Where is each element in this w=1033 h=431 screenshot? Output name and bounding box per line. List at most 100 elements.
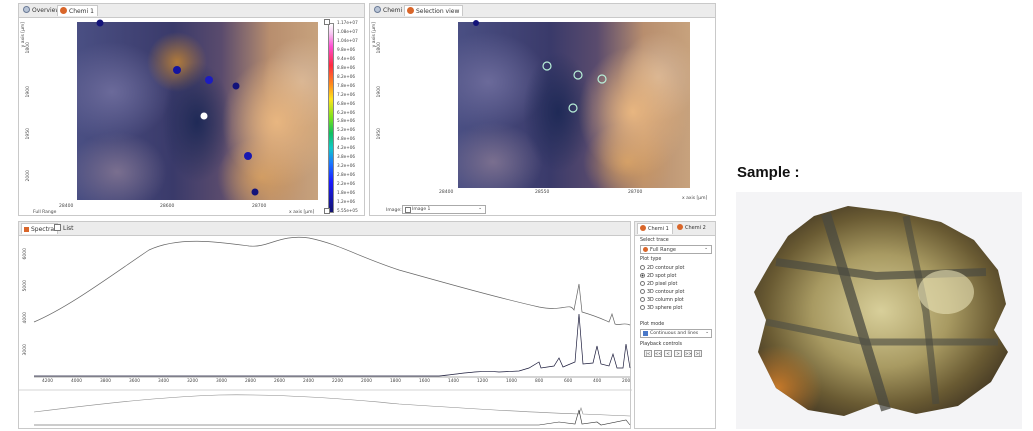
plot-type-label-1: 2D spot plot — [647, 274, 677, 279]
colorbar-label: 9.4e+06 — [337, 55, 356, 61]
image-select-value: Image 1 — [412, 207, 431, 212]
radio-3d-sphere[interactable] — [640, 305, 645, 310]
radio-2d-pixel[interactable] — [640, 281, 645, 286]
spot-7[interactable] — [251, 188, 259, 196]
x-tick-28400: 28400 — [59, 204, 74, 209]
colorbar-handle-bottom[interactable] — [324, 208, 330, 214]
select-trace-label: Select trace — [640, 238, 669, 243]
spectra-x-tick: 200 — [622, 379, 631, 384]
colorbar-label: 3.2e+06 — [337, 163, 356, 169]
image-icon — [405, 207, 411, 213]
fast-forward-button[interactable]: >> — [684, 350, 692, 357]
colorbar-label: 5.55e+05 — [337, 208, 358, 213]
colorbar-label: 1.08e+07 — [337, 28, 358, 34]
spot-6[interactable] — [244, 152, 252, 160]
plot-mode-dropdown[interactable]: Continuous and lines ⌄ — [640, 329, 712, 338]
selection-spot-1[interactable] — [473, 20, 479, 26]
spectra-x-tick: 1200 — [477, 379, 488, 384]
colorbar-label: 5.8e+06 — [337, 118, 356, 124]
rock-illustration — [754, 206, 1008, 416]
spectra-x-ticks: 4200 4000 3800 3600 3400 3200 3000 2800 2600 2400… — [34, 379, 630, 387]
plot-type-3d-contour[interactable]: 3D contour plot — [640, 289, 684, 295]
playback-controls: |< << < > >> >| — [644, 350, 710, 357]
colorbar-label: 7.8e+06 — [337, 82, 356, 88]
x-tick-28700: 28700 — [628, 190, 643, 195]
colorbar-label: 1.8e+06 — [337, 190, 356, 196]
tab-control-chemi-1[interactable]: Chemi 1 — [637, 223, 673, 234]
chemi1-map-panel: Overview Chemi 1 y axis [µm] 1800 1900 1… — [18, 3, 365, 216]
colorbar-label: 2.2e+06 — [337, 181, 356, 187]
chevron-down-icon: ⌄ — [478, 206, 482, 211]
tab-control-chemi-2-label: Chemi 2 — [685, 225, 706, 231]
radio-3d-column[interactable] — [640, 297, 645, 302]
spectra-x-tick: 1800 — [390, 379, 401, 384]
select-trace-value: Full Range — [650, 247, 676, 253]
radio-3d-contour[interactable] — [640, 289, 645, 294]
last-frame-button[interactable]: >| — [694, 350, 702, 357]
selection-view-panel: Chemi 2 Selection view y axis [µm] 1800 … — [369, 3, 716, 216]
radio-2d-spot[interactable] — [640, 273, 645, 278]
colorbar-label: 8.8e+06 — [337, 64, 356, 70]
rock-highlight — [918, 270, 974, 314]
chemi-icon — [640, 225, 646, 231]
image-select[interactable]: Image 1 ⌄ — [402, 205, 486, 214]
spectrum-trace-2 — [34, 313, 631, 377]
x-tick-28400: 28400 — [439, 190, 454, 195]
selection-spot-2[interactable] — [542, 61, 552, 71]
first-frame-button[interactable]: |< — [644, 350, 652, 357]
selection-spot-5[interactable] — [568, 103, 578, 113]
spot-4[interactable] — [232, 82, 240, 90]
spectra-panel: Spectra List 6000 5000 4000 3000 4200 400… — [18, 221, 632, 430]
step-forward-button[interactable]: > — [674, 350, 682, 357]
chevron-down-icon: ⌄ — [704, 246, 708, 251]
radio-2d-contour[interactable] — [640, 265, 645, 270]
spectra-x-tick: 400 — [593, 379, 602, 384]
step-back-button[interactable]: < — [664, 350, 672, 357]
plot-type-label-0: 2D contour plot — [647, 266, 685, 271]
x-tick-28700: 28700 — [252, 204, 267, 209]
plot-type-label-4: 3D column plot — [647, 298, 684, 303]
spectra-x-tick: 2600 — [274, 379, 285, 384]
spot-3[interactable] — [205, 76, 213, 84]
spot-overlay — [96, 19, 259, 196]
plot-type-2d-spot[interactable]: 2D spot plot — [640, 273, 676, 279]
colorbar-handle-top[interactable] — [324, 19, 330, 25]
selection-spot-4[interactable] — [597, 74, 607, 84]
plot-mode-value: Continuous and lines — [650, 331, 699, 336]
tab-control-chemi-1-label: Chemi 1 — [648, 226, 669, 232]
plot-type-label-2: 2D pixel plot — [647, 282, 678, 287]
spectra-x-tick: 3600 — [129, 379, 140, 384]
plot-type-2d-contour[interactable]: 2D contour plot — [640, 265, 684, 271]
spot-1[interactable] — [96, 19, 104, 27]
control-tab-bar: Chemi 1 Chemi 2 — [635, 222, 715, 236]
image-label: Image: — [386, 208, 402, 213]
playback-label: Playback controls — [640, 342, 683, 347]
spectra-x-tick: 1000 — [506, 379, 517, 384]
selection-spot-3[interactable] — [573, 70, 583, 80]
spot-2[interactable] — [173, 66, 181, 74]
spectra-x-tick: 1600 — [419, 379, 430, 384]
colorbar-label: 1.17e+07 — [337, 20, 358, 25]
plot-type-2d-pixel[interactable]: 2D pixel plot — [640, 281, 677, 287]
spectra-plot[interactable] — [19, 222, 632, 430]
tab-control-chemi-2[interactable]: Chemi 2 — [675, 223, 709, 234]
colorbar-label: 4.2e+06 — [337, 145, 356, 151]
plot-type-3d-column[interactable]: 3D column plot — [640, 297, 684, 303]
plot-type-3d-sphere[interactable]: 3D sphere plot — [640, 305, 682, 311]
colorbar-label: 8.2e+06 — [337, 73, 356, 79]
select-trace-dropdown[interactable]: Full Range ⌄ — [640, 245, 712, 254]
spectra-x-tick: 2400 — [303, 379, 314, 384]
colorbar-label: 6.8e+06 — [337, 100, 356, 106]
sample-photo — [736, 192, 1022, 429]
colorbar — [328, 23, 334, 213]
chevron-down-icon: ⌄ — [705, 330, 709, 335]
spot-5[interactable] — [200, 112, 208, 120]
chemi-icon — [677, 224, 683, 230]
x-axis-label: x axis [µm] — [289, 210, 315, 215]
rewind-button[interactable]: << — [654, 350, 662, 357]
plot-type-label: Plot type — [640, 257, 662, 262]
plot-type-label-5: 3D sphere plot — [647, 306, 683, 311]
colorbar-label: 9.8e+06 — [337, 46, 356, 52]
x-tick-28600: 28600 — [160, 204, 175, 209]
x-axis-label: x axis [µm] — [682, 196, 708, 201]
